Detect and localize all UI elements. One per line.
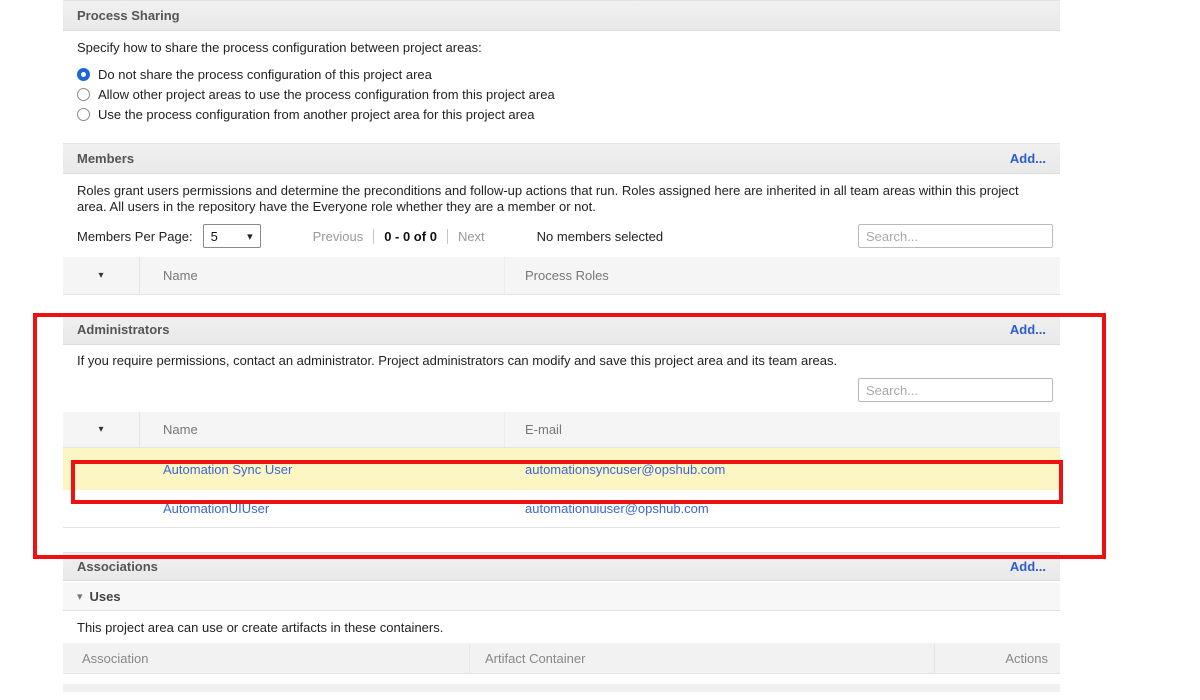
members-pager: Previous 0 - 0 of 0 Next xyxy=(313,229,485,244)
administrators-table-header: ▾ Name E-mail xyxy=(63,412,1060,448)
administrator-name-link[interactable]: AutomationUIUser xyxy=(163,501,269,516)
associations-title: Associations xyxy=(77,559,158,574)
administrators-description: If you require permissions, contact an a… xyxy=(63,353,1060,369)
associations-table-header: Association Artifact Container Actions xyxy=(63,643,1060,674)
members-selection-status: No members selected xyxy=(537,229,663,244)
members-select-menu-cell: ▾ xyxy=(63,257,140,294)
associations-section-header: Associations Add... xyxy=(63,552,1060,581)
associations-add-button[interactable]: Add... xyxy=(1010,559,1046,574)
uses-description: This project area can use or create arti… xyxy=(63,620,1060,636)
process-sharing-title: Process Sharing xyxy=(77,8,180,23)
administrators-add-button[interactable]: Add... xyxy=(1010,322,1046,337)
previous-button[interactable]: Previous xyxy=(313,229,364,244)
pager-range-label: 0 - 0 of 0 xyxy=(384,229,437,244)
members-title: Members xyxy=(77,151,134,166)
members-section-header: Members Add... xyxy=(63,143,1060,174)
radio-selected-icon[interactable] xyxy=(77,68,90,81)
radio-option-label: Do not share the process configuration o… xyxy=(98,67,432,82)
members-description: Roles grant users permissions and determ… xyxy=(63,183,1028,215)
radio-option-allow-others[interactable]: Allow other project areas to use the pro… xyxy=(77,84,1060,104)
project-area-admin-page: Process Sharing Specify how to share the… xyxy=(63,0,1060,692)
radio-option-label: Use the process configuration from anoth… xyxy=(98,107,534,122)
process-sharing-description: Specify how to share the process configu… xyxy=(63,40,1060,56)
dropdown-arrow-icon[interactable]: ▾ xyxy=(90,266,111,285)
associations-column-actions: Actions xyxy=(935,651,1060,666)
chevron-down-icon: ▾ xyxy=(247,230,253,243)
radio-option-use-another[interactable]: Use the process configuration from anoth… xyxy=(77,104,1060,124)
radio-unselected-icon[interactable] xyxy=(77,108,90,121)
administrators-search-row xyxy=(63,378,1060,402)
process-sharing-options: Do not share the process configuration o… xyxy=(63,64,1060,124)
radio-unselected-icon[interactable] xyxy=(77,88,90,101)
administrators-section-header: Administrators Add... xyxy=(63,314,1060,345)
administrators-column-name: Name xyxy=(140,412,505,447)
collapse-triangle-icon[interactable]: ▾ xyxy=(77,590,83,603)
pager-divider xyxy=(447,229,448,244)
dropdown-arrow-icon[interactable]: ▾ xyxy=(90,420,111,439)
administrator-email-link[interactable]: automationsyncuser@opshub.com xyxy=(525,462,725,477)
members-per-page-value: 5 xyxy=(211,229,218,244)
administrators-select-menu-cell: ▾ xyxy=(63,412,140,447)
radio-option-do-not-share[interactable]: Do not share the process configuration o… xyxy=(77,64,1060,84)
administrators-section: Administrators Add... If you require per… xyxy=(63,314,1060,528)
administrators-search-input[interactable] xyxy=(858,378,1053,402)
associations-column-artifact-container: Artifact Container xyxy=(470,643,935,673)
row-select-cell[interactable] xyxy=(63,448,140,490)
members-column-name: Name xyxy=(140,257,505,294)
administrator-name-link[interactable]: Automation Sync User xyxy=(163,462,292,477)
members-per-page-select[interactable]: 5 ▾ xyxy=(203,224,261,248)
next-button[interactable]: Next xyxy=(458,229,485,244)
row-select-cell[interactable] xyxy=(63,490,140,527)
members-toolbar: Members Per Page: 5 ▾ Previous 0 - 0 of … xyxy=(63,223,1060,249)
associations-partial-row xyxy=(63,684,1060,692)
members-add-button[interactable]: Add... xyxy=(1010,151,1046,166)
members-search-input[interactable] xyxy=(858,224,1053,248)
members-table-header: ▾ Name Process Roles xyxy=(63,257,1060,295)
members-column-process-roles: Process Roles xyxy=(505,268,1060,283)
administrator-row-automationuiuser[interactable]: AutomationUIUser automationuiuser@opshub… xyxy=(63,490,1060,528)
uses-title: Uses xyxy=(90,589,121,604)
uses-subsection-header[interactable]: ▾ Uses xyxy=(63,583,1060,611)
process-sharing-section-header: Process Sharing xyxy=(63,0,1060,31)
associations-column-association: Association xyxy=(63,643,470,673)
administrator-row-automation-sync-user[interactable]: Automation Sync User automationsyncuser@… xyxy=(63,448,1060,490)
administrator-email-link[interactable]: automationuiuser@opshub.com xyxy=(525,501,709,516)
members-per-page-label: Members Per Page: xyxy=(77,229,193,244)
pager-divider xyxy=(373,229,374,244)
administrators-column-email: E-mail xyxy=(505,422,1060,437)
administrators-title: Administrators xyxy=(77,322,169,337)
radio-option-label: Allow other project areas to use the pro… xyxy=(98,87,555,102)
